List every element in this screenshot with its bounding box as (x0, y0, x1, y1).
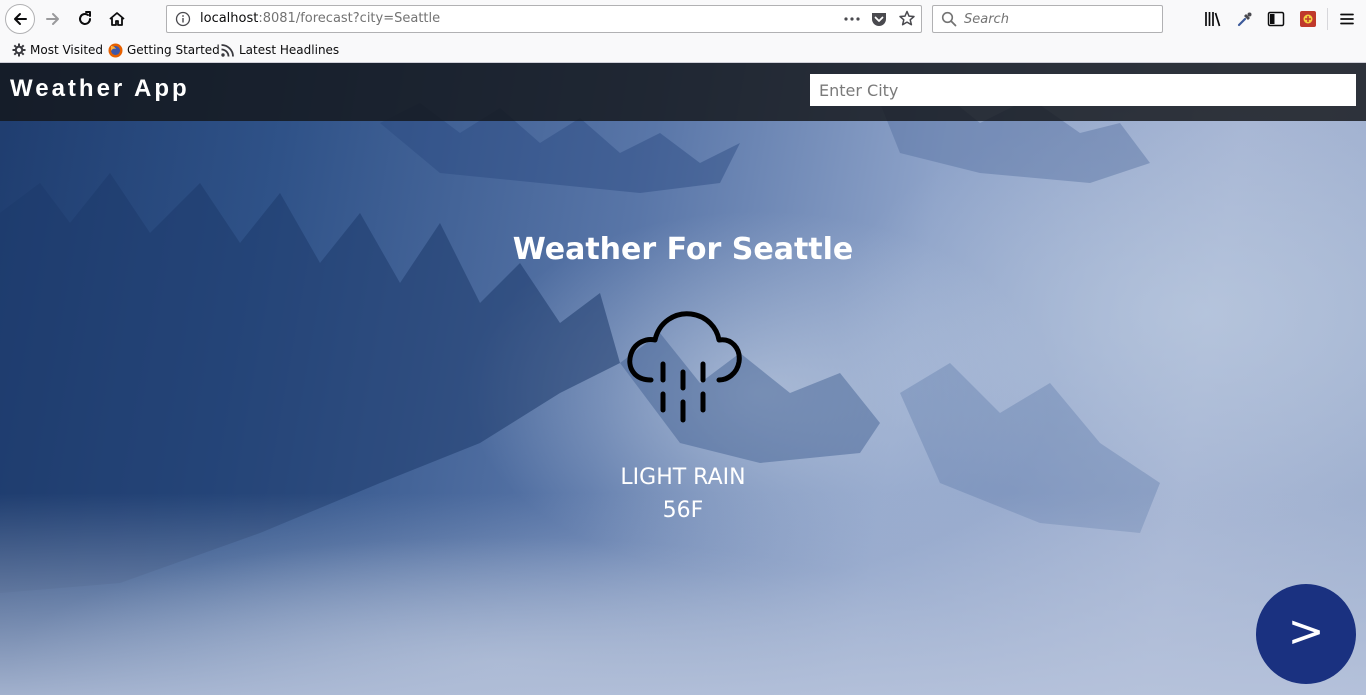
library-button[interactable] (1203, 9, 1223, 29)
info-icon[interactable] (175, 11, 191, 27)
url-text[interactable]: localhost:8081/forecast?city=Seattle (200, 11, 440, 26)
bookmarks-toolbar: Most Visited Getting Started Latest Head… (0, 38, 1366, 62)
app-header: Weather App (0, 63, 1366, 121)
weather-page: Weather App Weather For Seattle LIGHT RA… (0, 63, 1366, 695)
toolbar-separator (1327, 8, 1328, 30)
bookmark-label: Latest Headlines (239, 43, 340, 57)
weather-description: LIGHT RAIN (620, 465, 746, 490)
app-title: Weather App (10, 75, 190, 102)
url-host: localhost (200, 11, 259, 26)
rss-icon (221, 43, 234, 57)
bookmark-label: Getting Started (127, 43, 220, 57)
gear-icon (12, 43, 26, 57)
sidebar-toggle-button[interactable] (1266, 9, 1286, 29)
eyedropper-icon (1237, 12, 1252, 27)
reload-button[interactable] (70, 4, 100, 34)
weather-temperature: 56F (662, 498, 704, 523)
extension-icon (1300, 11, 1316, 27)
bookmark-star-icon[interactable] (898, 9, 916, 29)
menu-button[interactable] (1337, 9, 1357, 29)
more-actions-icon[interactable] (843, 9, 861, 29)
sidebar-icon (1267, 11, 1285, 27)
firefox-icon (108, 43, 123, 57)
library-icon (1205, 12, 1221, 27)
reload-icon (79, 11, 91, 25)
url-bar[interactable]: localhost:8081/forecast?city=Seattle (166, 5, 922, 33)
browser-chrome: localhost:8081/forecast?city=Seattle Sea… (0, 0, 1366, 63)
home-icon (109, 12, 125, 26)
forward-button[interactable] (38, 4, 68, 34)
bookmark-most-visited[interactable]: Most Visited (12, 41, 103, 59)
bookmark-label: Most Visited (30, 43, 104, 57)
browser-search-bar[interactable]: Search (932, 5, 1163, 33)
browser-toolbar: localhost:8081/forecast?city=Seattle Sea… (0, 0, 1366, 38)
search-icon (941, 11, 957, 27)
rain-cloud-icon (627, 311, 742, 423)
search-placeholder: Search (964, 12, 1009, 27)
hamburger-menu-icon (1340, 13, 1354, 25)
extension-button[interactable] (1298, 9, 1318, 29)
back-arrow-icon (14, 13, 27, 25)
city-search-input[interactable] (810, 74, 1356, 106)
home-button[interactable] (102, 4, 132, 34)
bookmark-latest-headlines[interactable]: Latest Headlines (220, 41, 339, 59)
pocket-icon[interactable] (870, 10, 888, 28)
bookmark-getting-started[interactable]: Getting Started (108, 41, 220, 59)
forward-arrow-icon (46, 13, 59, 25)
back-button[interactable] (5, 4, 35, 34)
next-button-label: > (1287, 606, 1325, 657)
weather-heading: Weather For Seattle (512, 232, 854, 267)
url-path: :8081/forecast?city=Seattle (258, 11, 441, 26)
next-button[interactable]: > (1256, 584, 1356, 684)
eyedropper-button[interactable] (1235, 9, 1255, 29)
